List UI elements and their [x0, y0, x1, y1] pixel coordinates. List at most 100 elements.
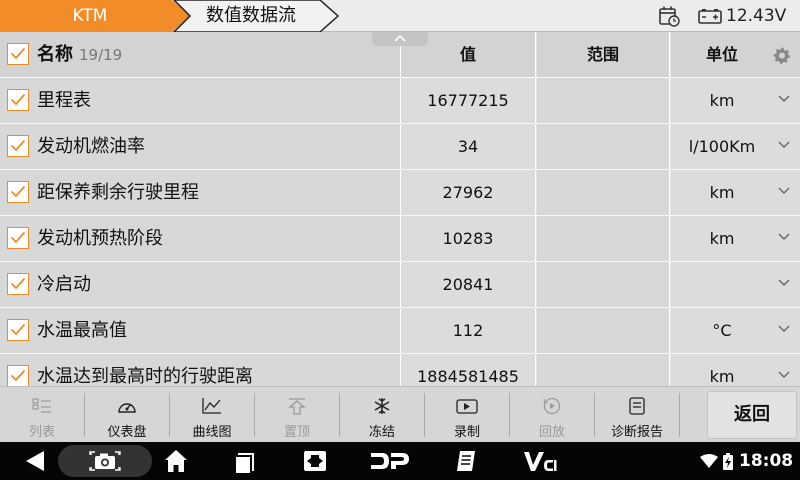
tab-brand-label: KTM [72, 6, 108, 26]
toolbar-separator [424, 393, 425, 437]
row-range [537, 170, 670, 215]
row-unit: km [709, 229, 735, 248]
table-row[interactable]: 水温最高值 112 °C [0, 308, 800, 354]
status-clock: 18:08 [739, 451, 794, 471]
row-range [537, 78, 670, 123]
toolbar-button[interactable]: 仪表盘 [86, 391, 168, 440]
chevron-down-icon [778, 95, 790, 102]
recent-apps-icon[interactable] [232, 442, 258, 480]
pin-top-icon [288, 398, 306, 415]
row-name: 距保养剩余行驶里程 [37, 182, 199, 203]
unit-selector[interactable]: °C [671, 308, 800, 353]
select-all-checkbox[interactable] [7, 43, 29, 65]
table-row[interactable]: 里程表 16777215 km [0, 78, 800, 124]
header-name-label: 名称 19/19 [37, 32, 122, 78]
item-count: 19/19 [79, 46, 123, 64]
top-bar: KTM 数值数据流 12.43V [0, 0, 800, 32]
row-value: 16777215 [401, 78, 536, 123]
name-cell: 里程表 [0, 78, 401, 123]
header-unit: 单位 [705, 45, 738, 64]
row-checkbox[interactable] [7, 227, 29, 249]
bottom-toolbar: 列表 仪表盘 曲线图 置顶 冻结 录制 回放 诊断报告 返回 [0, 386, 800, 442]
row-range [537, 124, 670, 169]
row-checkbox[interactable] [7, 135, 29, 157]
table-row[interactable]: 水温达到最高时的行驶距离 1884581485 km [0, 354, 800, 386]
screenshot-button[interactable] [58, 445, 152, 477]
toolbar-separator [84, 393, 85, 437]
vci-logo-icon[interactable] [522, 442, 558, 480]
tab-brand[interactable]: KTM [0, 0, 196, 32]
row-range [537, 308, 670, 353]
tab-current-function[interactable]: 数值数据流 [170, 0, 342, 32]
calendar-clock-icon [659, 6, 680, 27]
row-checkbox[interactable] [7, 365, 29, 386]
row-value: 20841 [401, 262, 536, 307]
unit-selector[interactable]: km [671, 170, 800, 215]
unit-selector[interactable] [671, 262, 800, 307]
tab-current-label: 数值数据流 [206, 5, 296, 26]
checkmark-icon [10, 369, 26, 382]
system-nav-bar: 18:08 [0, 442, 800, 480]
toolbar-separator [679, 393, 680, 437]
table-row[interactable]: 发动机燃油率 34 l/100Km [0, 124, 800, 170]
name-cell: 发动机燃油率 [0, 124, 401, 169]
row-checkbox[interactable] [7, 89, 29, 111]
back-triangle-icon[interactable] [22, 442, 48, 480]
unit-selector[interactable]: l/100Km [671, 124, 800, 169]
gear-icon[interactable] [773, 46, 791, 64]
checkmark-icon [10, 185, 26, 198]
toolbar-label: 仪表盘 [107, 425, 147, 440]
chevron-down-icon [778, 141, 790, 148]
line-chart-icon [202, 398, 221, 414]
header-unit-cell: 单位 [671, 32, 800, 77]
toolbar-label: 诊断报告 [610, 425, 663, 440]
playback-icon [543, 397, 561, 415]
checkmark-icon [10, 231, 26, 244]
remote-desktop-icon[interactable] [302, 442, 328, 480]
unit-selector[interactable]: km [671, 78, 800, 123]
toolbar-button[interactable]: 曲线图 [171, 391, 253, 440]
row-range [537, 262, 670, 307]
chevron-down-icon [778, 233, 790, 240]
toolbar-button[interactable]: 冻结 [341, 391, 423, 440]
name-cell: 发动机预热阶段 [0, 216, 401, 261]
toolbar-button[interactable]: 录制 [426, 391, 508, 440]
row-checkbox[interactable] [7, 273, 29, 295]
row-checkbox[interactable] [7, 181, 29, 203]
chevron-down-icon [778, 325, 790, 332]
row-unit: km [709, 91, 735, 110]
checkmark-icon [10, 139, 26, 152]
row-name: 冷启动 [37, 274, 91, 295]
toolbar-button[interactable]: 置顶 [256, 391, 338, 440]
collapse-handle[interactable] [372, 32, 428, 46]
row-unit: °C [712, 321, 732, 340]
data-stream-table[interactable]: 名称 19/19 值 范围 单位 里程表 16777215 km 发动机燃油率 34 l/1… [0, 32, 800, 386]
back-button[interactable]: 返回 [707, 391, 797, 439]
dp-logo-icon[interactable] [368, 442, 412, 480]
toolbar-button[interactable]: 回放 [511, 391, 593, 440]
checkmark-icon [10, 323, 26, 336]
toolbar-label: 录制 [453, 425, 480, 440]
toolbar-button[interactable]: 列表 [1, 391, 83, 440]
unit-selector[interactable]: km [671, 354, 800, 386]
table-row[interactable]: 距保养剩余行驶里程 27962 km [0, 170, 800, 216]
row-unit: km [709, 367, 735, 386]
gauge-icon [118, 403, 136, 413]
toolbar-separator [254, 393, 255, 437]
home-icon[interactable] [163, 442, 189, 480]
row-range [537, 216, 670, 261]
checkmark-icon [10, 277, 26, 290]
row-checkbox[interactable] [7, 319, 29, 341]
unit-selector[interactable]: km [671, 216, 800, 261]
car-battery-icon [698, 9, 722, 24]
table-row[interactable]: 冷启动 20841 [0, 262, 800, 308]
manual-book-icon[interactable] [453, 442, 479, 480]
toolbar-separator [169, 393, 170, 437]
chevron-down-icon [778, 371, 790, 378]
wifi-icon [700, 454, 718, 468]
table-row[interactable]: 发动机预热阶段 10283 km [0, 216, 800, 262]
camera-icon [89, 451, 121, 471]
name-cell: 水温达到最高时的行驶距离 [0, 354, 401, 386]
row-range [537, 354, 670, 386]
toolbar-button[interactable]: 诊断报告 [596, 391, 678, 440]
